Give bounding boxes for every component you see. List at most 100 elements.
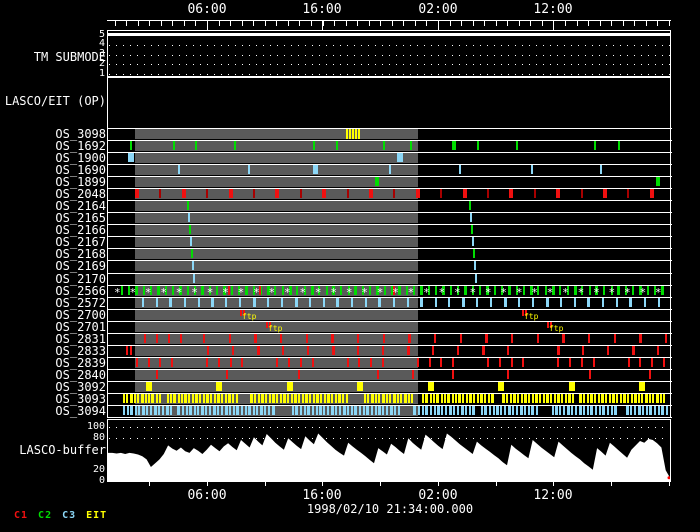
star-marker: * [439, 288, 446, 298]
event-tick [471, 225, 473, 234]
hatch-bar [349, 129, 351, 139]
event-tick [232, 394, 234, 403]
event-tick [557, 358, 559, 367]
axis-minor-tick [403, 21, 404, 26]
event-tick [296, 286, 298, 295]
event-tick [375, 177, 379, 186]
event-tick [609, 394, 611, 403]
axis-minor-tick [565, 21, 566, 26]
axis-minor-tick [242, 21, 243, 26]
event-tick [253, 298, 256, 307]
event-tick [568, 394, 571, 403]
event-tick [579, 394, 582, 403]
star-marker: * [114, 288, 121, 298]
bottom-axis-time-label: 12:00 [523, 489, 583, 502]
event-tick [569, 382, 575, 391]
event-tick [499, 358, 501, 367]
event-tick [603, 286, 605, 295]
row-separator [107, 152, 672, 153]
event-tick [253, 189, 255, 198]
star-marker: * [377, 288, 384, 298]
event-tick [283, 394, 286, 403]
event-tick [382, 406, 384, 415]
event-tick [386, 406, 388, 415]
event-tick [485, 334, 488, 343]
row-separator [107, 417, 672, 418]
highlight-band [135, 249, 418, 259]
axis-minor-tick [588, 21, 589, 26]
event-tick [229, 334, 231, 343]
event-tick [199, 394, 201, 403]
event-tick [205, 406, 207, 415]
event-tick [482, 346, 485, 355]
highlight-band [135, 298, 418, 308]
event-tick [567, 406, 570, 415]
event-tick [434, 334, 436, 343]
event-tick [552, 406, 554, 415]
axis-minor-tick [357, 21, 358, 26]
event-tick [422, 406, 424, 415]
event-tick [393, 394, 396, 403]
event-tick [489, 406, 491, 415]
event-tick [473, 394, 475, 403]
event-tick [254, 394, 256, 403]
ftp-marker-label: ftp [268, 325, 282, 333]
event-tick [611, 406, 613, 415]
bottom-axis-tick [553, 482, 554, 486]
event-tick [172, 286, 174, 295]
hatch-bar [352, 129, 354, 139]
star-marker: * [222, 288, 229, 298]
event-tick [154, 406, 157, 415]
event-tick [169, 298, 172, 307]
tm-submode-panel [107, 30, 671, 77]
event-tick [452, 370, 454, 379]
event-tick [465, 406, 467, 415]
event-tick [557, 394, 560, 403]
axis-minor-tick [450, 21, 451, 26]
event-tick [322, 189, 326, 198]
event-tick [433, 394, 435, 403]
event-tick [162, 406, 164, 415]
event-tick [484, 394, 486, 403]
event-tick [452, 358, 454, 367]
event-tick [518, 298, 520, 307]
event-tick [459, 165, 461, 174]
event-tick [491, 394, 494, 403]
event-tick [228, 394, 231, 403]
buffer-usage-area-chart [108, 420, 670, 481]
buffer-scale-label: 80 [0, 433, 105, 443]
event-tick [600, 165, 602, 174]
event-tick [127, 406, 129, 415]
event-tick [234, 141, 236, 150]
event-tick [130, 346, 132, 355]
event-tick [130, 406, 133, 415]
event-tick [400, 394, 402, 403]
event-tick [536, 406, 538, 415]
event-tick [397, 394, 399, 403]
event-tick [371, 406, 373, 415]
axis-minor-tick [323, 21, 324, 26]
event-tick [216, 286, 218, 295]
star-marker: * [578, 288, 585, 298]
row-label: OS_2701 [0, 322, 106, 333]
bottom-axis-time-label: 16:00 [292, 489, 352, 502]
event-tick [649, 394, 651, 403]
bottom-axis-tick [380, 482, 381, 486]
event-tick [599, 406, 601, 415]
event-tick [546, 394, 549, 403]
event-tick [309, 298, 311, 307]
event-tick [313, 394, 315, 403]
event-tick [583, 394, 585, 403]
event-tick [276, 358, 278, 367]
event-tick [382, 358, 384, 367]
event-tick [531, 165, 533, 174]
event-tick [135, 406, 137, 415]
axis-minor-tick [161, 21, 162, 26]
event-tick [612, 394, 615, 403]
event-tick [607, 346, 609, 355]
event-tick [410, 141, 412, 150]
legend-item-c2: C2 [38, 510, 52, 521]
event-tick [307, 346, 309, 355]
event-tick [417, 358, 419, 367]
event-tick [509, 189, 513, 198]
